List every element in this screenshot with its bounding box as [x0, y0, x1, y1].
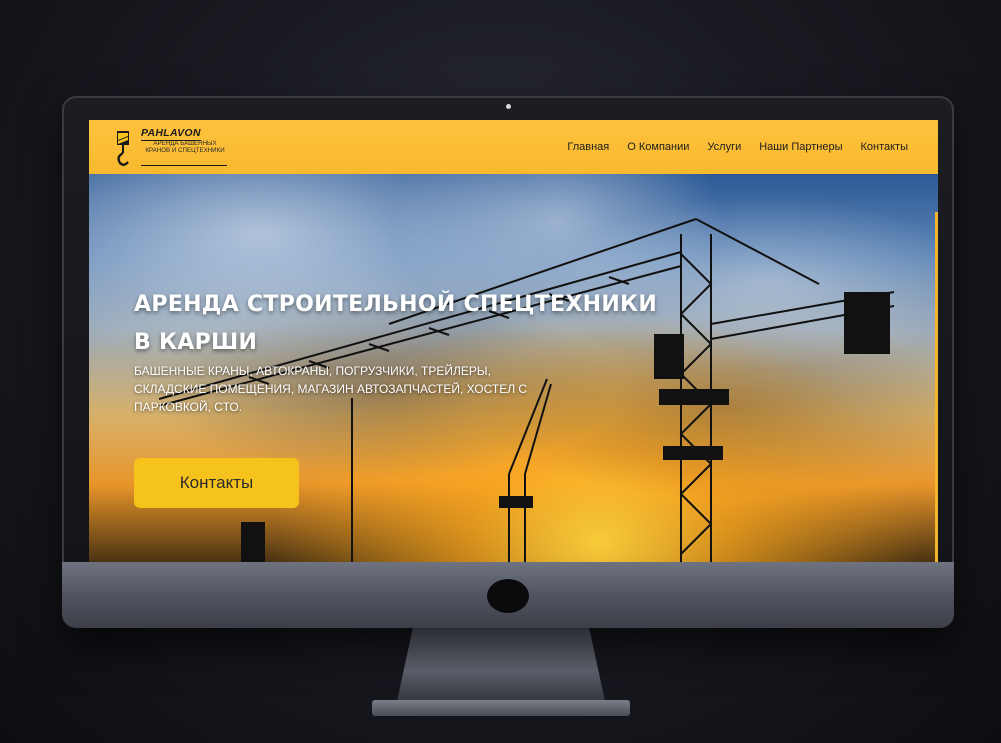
nav-item-contacts[interactable]: Контакты — [860, 141, 908, 153]
nav-item-home[interactable]: Главная — [567, 141, 609, 153]
monitor-stand — [396, 628, 606, 706]
hero-title-line-1: АРЕНДА СТРОИТЕЛЬНОЙ СПЕЦТЕХНИКИ — [134, 292, 658, 317]
scrollbar[interactable] — [935, 212, 938, 562]
site-logo[interactable]: PAHLAVON АРЕНДА БАШЕННЫХ КРАНОВ И СПЕЦТЕ… — [115, 127, 227, 167]
site-header: PAHLAVON АРЕНДА БАШЕННЫХ КРАНОВ И СПЕЦТЕ… — [89, 120, 938, 174]
brand-tagline: АРЕНДА БАШЕННЫХ КРАНОВ И СПЕЦТЕХНИКИ — [145, 140, 225, 154]
hero-section: АРЕНДА СТРОИТЕЛЬНОЙ СПЕЦТЕХНИКИ В КАРШИ … — [89, 174, 938, 562]
crane-hook-icon — [117, 131, 129, 166]
nav-item-services[interactable]: Услуги — [707, 141, 741, 153]
monitor-base — [372, 700, 630, 716]
hero-title-line-2: В КАРШИ — [134, 330, 258, 355]
hero-subtitle: БАШЕННЫЕ КРАНЫ, АВТОКРАНЫ, ПОГРУЗЧИКИ, Т… — [134, 364, 528, 414]
hero-title: АРЕНДА СТРОИТЕЛЬНОЙ СПЕЦТЕХНИКИ В КАРШИ — [134, 286, 694, 362]
main-nav: Главная О Компании Услуги Наши Партнеры … — [567, 120, 908, 174]
screen: PAHLAVON АРЕНДА БАШЕННЫХ КРАНОВ И СПЕЦТЕ… — [89, 120, 938, 562]
monitor-logo — [487, 579, 529, 613]
nav-item-about[interactable]: О Компании — [627, 141, 689, 153]
webcam — [506, 104, 511, 109]
nav-item-partners[interactable]: Наши Партнеры — [759, 141, 842, 153]
contacts-button[interactable]: Контакты — [134, 458, 299, 508]
brand-name: PAHLAVON — [141, 127, 201, 141]
brand-divider — [141, 165, 227, 166]
